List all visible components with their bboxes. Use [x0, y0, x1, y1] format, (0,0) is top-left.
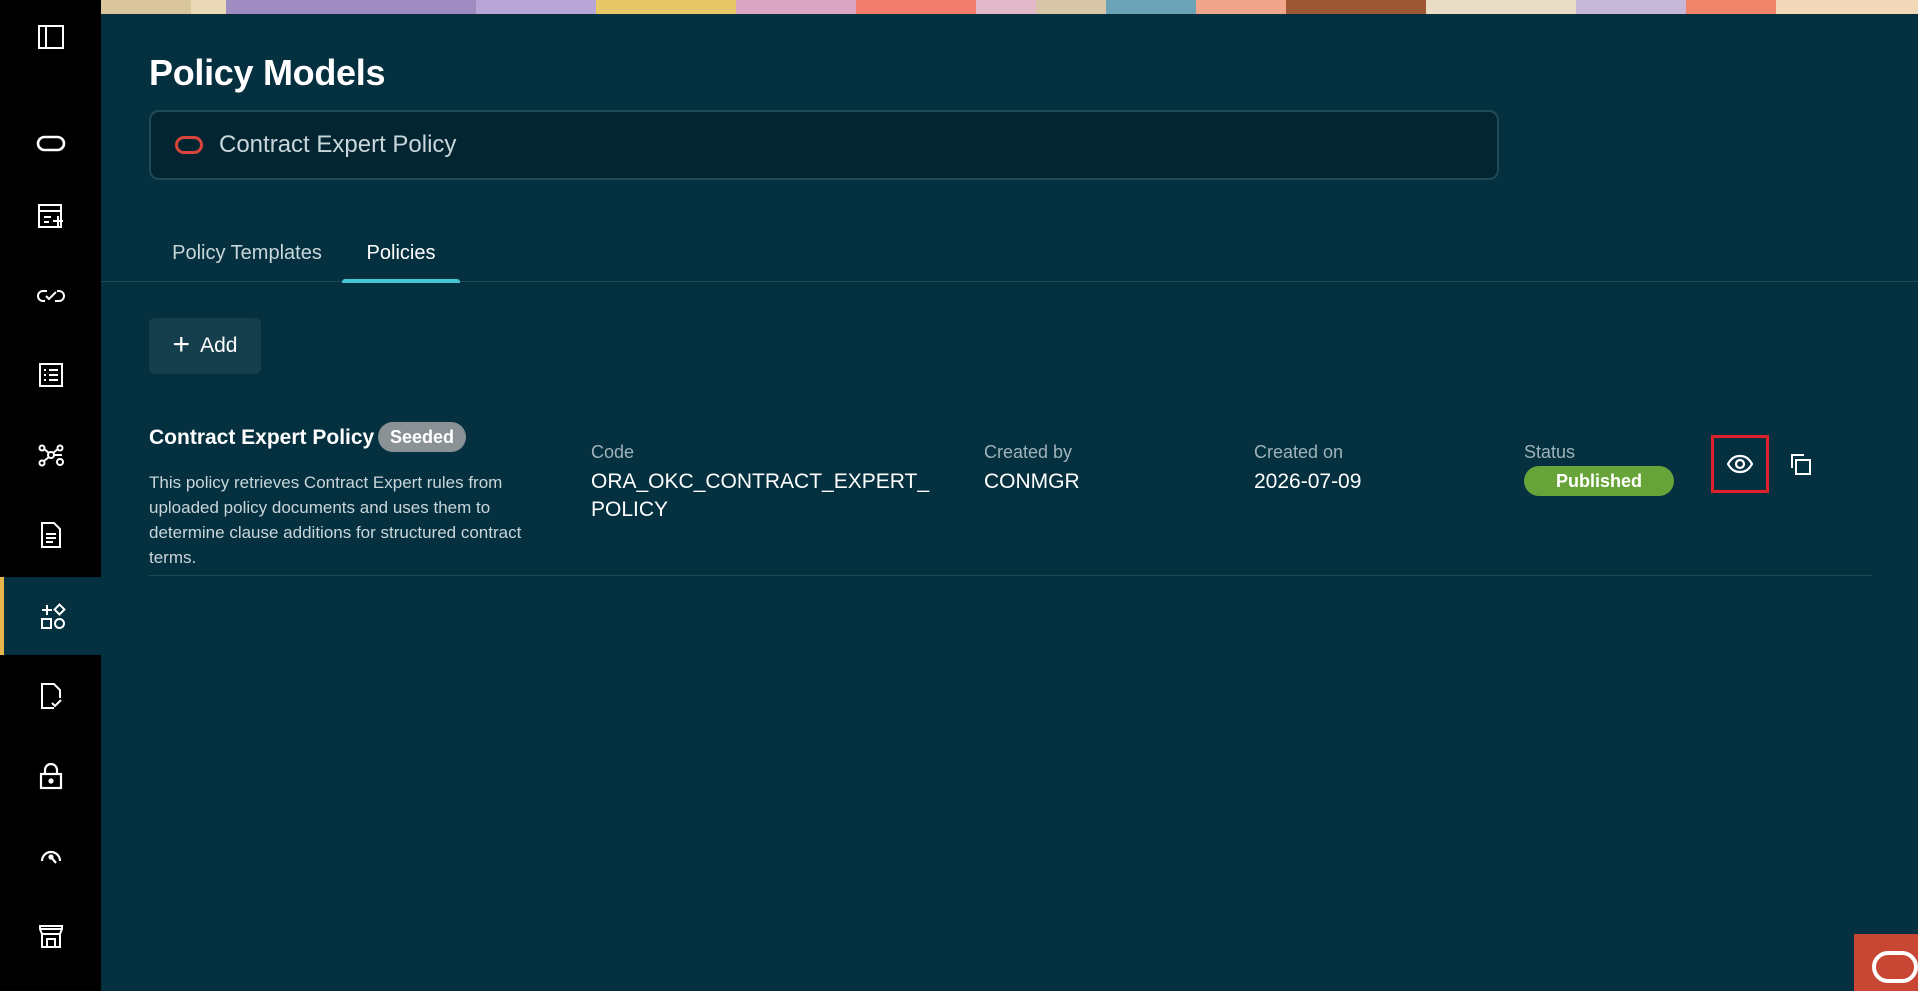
add-button-label: Add	[200, 334, 238, 357]
list-document-icon	[38, 363, 63, 387]
left-navigation-sidebar	[0, 0, 101, 991]
sidebar-item-documents-list[interactable]	[0, 336, 101, 414]
oracle-logo-icon	[175, 136, 203, 154]
panel-toggle-icon	[37, 25, 64, 49]
sidebar-item-create-contract[interactable]	[0, 177, 101, 255]
status-label: Status	[1524, 442, 1576, 462]
view-button[interactable]	[1711, 435, 1769, 493]
eye-icon	[1726, 454, 1754, 474]
selector-value: Contract Expert Policy	[219, 131, 457, 158]
created-by-value: CONMGR	[984, 470, 1080, 493]
store-icon	[38, 925, 63, 948]
sidebar-toggle-button[interactable]	[0, 0, 101, 76]
apps-add-icon	[40, 603, 66, 629]
oracle-logo-icon	[1872, 951, 1918, 983]
duplicate-button[interactable]	[1783, 447, 1817, 481]
created-on-value: 2026-07-09	[1254, 470, 1362, 493]
sidebar-item-document-check[interactable]	[0, 657, 101, 735]
policy-name[interactable]: Contract Expert Policy	[149, 426, 374, 450]
sidebar-item-security[interactable]	[0, 737, 101, 815]
document-check-icon	[40, 683, 62, 709]
main-content: Policy Models Contract Expert Policy Pol…	[101, 14, 1918, 991]
tab-bar: Policy Templates Policies	[101, 224, 1918, 283]
sidebar-item-document[interactable]	[0, 496, 101, 574]
lock-icon	[39, 762, 62, 790]
policy-row: Contract Expert Policy Seeded This polic…	[149, 422, 1872, 576]
sidebar-item-policy-models[interactable]	[0, 577, 101, 655]
code-value: ORA_OKC_CONTRACT_EXPERT_POLICY	[591, 470, 930, 521]
copy-icon	[1791, 454, 1811, 475]
link-check-icon	[36, 290, 65, 302]
page-title: Policy Models	[149, 52, 386, 93]
network-icon	[38, 444, 64, 467]
status-badge: Published	[1524, 466, 1674, 496]
created-on-label: Created on	[1254, 442, 1344, 462]
policy-description: This policy retrieves Contract Expert ru…	[149, 473, 522, 567]
sidebar-item-store[interactable]	[0, 897, 101, 975]
add-button[interactable]: + Add	[149, 318, 261, 374]
decorative-banner	[101, 0, 1918, 14]
sidebar-item-home[interactable]	[0, 104, 101, 182]
sidebar-item-links[interactable]	[0, 257, 101, 335]
oracle-logo-icon	[36, 135, 65, 152]
plus-icon: +	[172, 328, 191, 361]
sidebar-item-network[interactable]	[0, 416, 101, 494]
document-icon	[40, 522, 61, 548]
policy-model-selector[interactable]: Contract Expert Policy	[149, 110, 1499, 180]
seeded-badge: Seeded	[378, 422, 467, 452]
create-contract-icon	[37, 204, 63, 228]
oracle-assistant-button[interactable]	[1854, 934, 1918, 991]
created-by-label: Created by	[984, 442, 1073, 462]
sidebar-item-dashboard[interactable]	[0, 817, 101, 895]
gauge-icon	[40, 850, 61, 864]
tab-policies[interactable]: Policies	[342, 224, 460, 283]
tab-policy-templates[interactable]: Policy Templates	[149, 224, 345, 282]
code-label: Code	[591, 442, 635, 462]
